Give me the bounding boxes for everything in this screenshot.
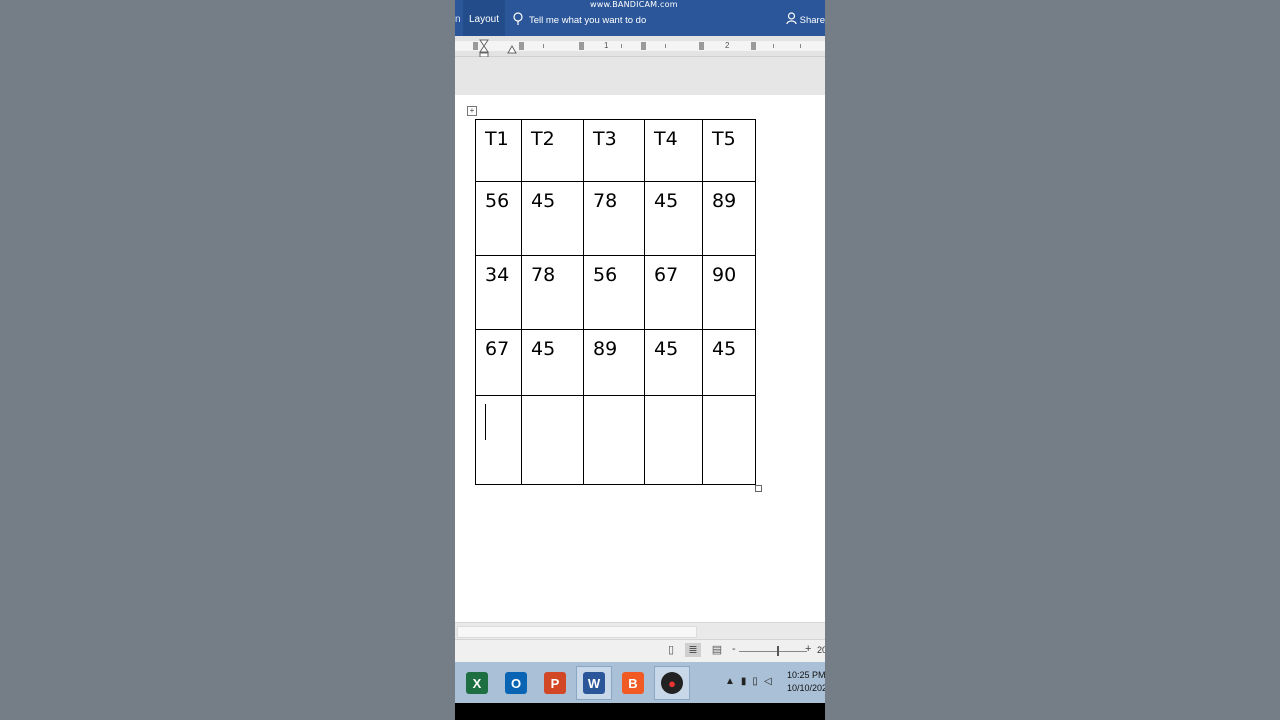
table-row: 56 45 78 45 89: [475, 181, 756, 256]
document-page[interactable]: + T1 T2 T3 T4 T5 56 45 78 45 89 34 78 56…: [455, 95, 825, 623]
taskbar-outlook[interactable]: O: [498, 666, 534, 700]
table-cell-active[interactable]: [475, 395, 522, 485]
zoom-level[interactable]: 20: [817, 645, 825, 655]
tell-me-search[interactable]: Tell me what you want to do: [513, 11, 647, 29]
right-background: [825, 0, 1280, 720]
ruler-number: 1: [604, 41, 609, 50]
clock-time: 10:25 PM: [787, 670, 825, 680]
table-cell[interactable]: 67: [644, 255, 703, 330]
table-resize-handle[interactable]: [755, 485, 762, 492]
table-cell[interactable]: 45: [521, 181, 584, 256]
table-cell[interactable]: 45: [702, 329, 756, 396]
indent-marker-icon[interactable]: [479, 38, 489, 58]
web-layout-icon[interactable]: ▤: [709, 643, 725, 657]
zoom-slider-thumb[interactable]: [777, 646, 779, 656]
table-cell[interactable]: T3: [583, 119, 645, 182]
ruler-column-marker[interactable]: [519, 42, 524, 50]
ruler-column-marker[interactable]: [579, 42, 584, 50]
tray-expand-icon[interactable]: ▲: [725, 676, 735, 687]
bandicam-watermark: www.BANDICAM.com: [590, 0, 678, 9]
ruler-column-marker[interactable]: [473, 42, 478, 50]
brave-icon: B: [622, 672, 644, 694]
table-cell[interactable]: 45: [644, 329, 703, 396]
video-bottom-bar: [455, 703, 825, 720]
table-cell[interactable]: 67: [475, 329, 522, 396]
table-cell[interactable]: [521, 395, 584, 485]
taskbar-brave[interactable]: B: [615, 666, 651, 700]
table-move-handle[interactable]: +: [467, 106, 477, 116]
ruler-tick: [621, 44, 622, 48]
word-window: n Layout www.BANDICAM.com Tell me what y…: [455, 0, 825, 720]
table-row: 67 45 89 45 45: [475, 329, 756, 396]
status-bar: ▯ ≣ ▤ - + 20: [455, 639, 825, 662]
person-icon: [786, 12, 797, 28]
word-icon: W: [583, 672, 605, 694]
ruler-tick: [665, 44, 666, 48]
clock-date: 10/10/2024: [787, 683, 825, 693]
table-cell[interactable]: 90: [702, 255, 756, 330]
table-cell[interactable]: 56: [583, 255, 645, 330]
bandicam-icon: ●: [661, 672, 683, 694]
taskbar: X O P W B ● ▲ ▮ ▯ ◁ 10:25 PM 10/10/2024: [455, 662, 825, 703]
zoom-slider[interactable]: [739, 651, 807, 652]
ruler-number: 2: [725, 41, 730, 50]
table-cell[interactable]: 89: [702, 181, 756, 256]
horizontal-scrollbar[interactable]: [455, 622, 825, 639]
ribbon-tab-cut[interactable]: n: [455, 14, 461, 25]
horizontal-ruler[interactable]: 1 2: [455, 36, 825, 58]
left-background: [0, 0, 455, 720]
table-row: T1 T2 T3 T4 T5: [475, 119, 756, 182]
network-icon[interactable]: ▮: [741, 676, 747, 687]
taskbar-word[interactable]: W: [576, 666, 612, 700]
system-tray: ▲ ▮ ▯ ◁: [725, 676, 772, 687]
table-row: [475, 395, 756, 485]
table-cell[interactable]: 45: [644, 181, 703, 256]
ruler-tick: [773, 44, 774, 48]
table-cell[interactable]: T4: [644, 119, 703, 182]
data-table[interactable]: T1 T2 T3 T4 T5 56 45 78 45 89 34 78 56 6…: [475, 119, 756, 485]
document-canvas: + T1 T2 T3 T4 T5 56 45 78 45 89 34 78 56…: [455, 57, 825, 623]
taskbar-bandicam[interactable]: ●: [654, 666, 690, 700]
ruler-tick: [543, 44, 544, 48]
table-cell[interactable]: T1: [475, 119, 522, 182]
table-cell[interactable]: 78: [521, 255, 584, 330]
share-label: Share: [799, 14, 825, 26]
taskbar-excel[interactable]: X: [459, 666, 495, 700]
ribbon-bar: n Layout www.BANDICAM.com Tell me what y…: [455, 0, 825, 36]
table-cell[interactable]: [702, 395, 756, 485]
table-cell[interactable]: 78: [583, 181, 645, 256]
ruler-tick: [800, 44, 801, 48]
tell-me-label: Tell me what you want to do: [529, 14, 647, 26]
battery-icon[interactable]: ▯: [752, 676, 758, 687]
ruler-column-marker[interactable]: [641, 42, 646, 50]
zoom-in-button[interactable]: +: [805, 643, 811, 655]
table-cell[interactable]: [583, 395, 645, 485]
text-cursor: [485, 404, 486, 440]
table-cell[interactable]: 45: [521, 329, 584, 396]
table-cell[interactable]: T2: [521, 119, 584, 182]
outlook-icon: O: [505, 672, 527, 694]
zoom-out-button[interactable]: -: [732, 643, 736, 655]
volume-icon[interactable]: ◁: [764, 676, 772, 687]
print-layout-icon[interactable]: ≣: [685, 643, 701, 657]
excel-icon: X: [466, 672, 488, 694]
share-button[interactable]: Share: [786, 12, 825, 28]
scrollbar-thumb[interactable]: [457, 626, 697, 638]
powerpoint-icon: P: [544, 672, 566, 694]
tab-layout[interactable]: Layout: [463, 0, 505, 36]
ruler-column-marker[interactable]: [699, 42, 704, 50]
clock[interactable]: 10:25 PM 10/10/2024: [787, 669, 825, 695]
ruler-column-marker[interactable]: [751, 42, 756, 50]
table-cell[interactable]: T5: [702, 119, 756, 182]
lightbulb-icon: [513, 11, 523, 29]
table-cell[interactable]: 56: [475, 181, 522, 256]
read-mode-icon[interactable]: ▯: [663, 643, 679, 657]
table-row: 34 78 56 67 90: [475, 255, 756, 330]
taskbar-powerpoint[interactable]: P: [537, 666, 573, 700]
table-cell[interactable]: 34: [475, 255, 522, 330]
table-cell[interactable]: [644, 395, 703, 485]
table-cell[interactable]: 89: [583, 329, 645, 396]
hanging-indent-icon[interactable]: [507, 44, 517, 54]
